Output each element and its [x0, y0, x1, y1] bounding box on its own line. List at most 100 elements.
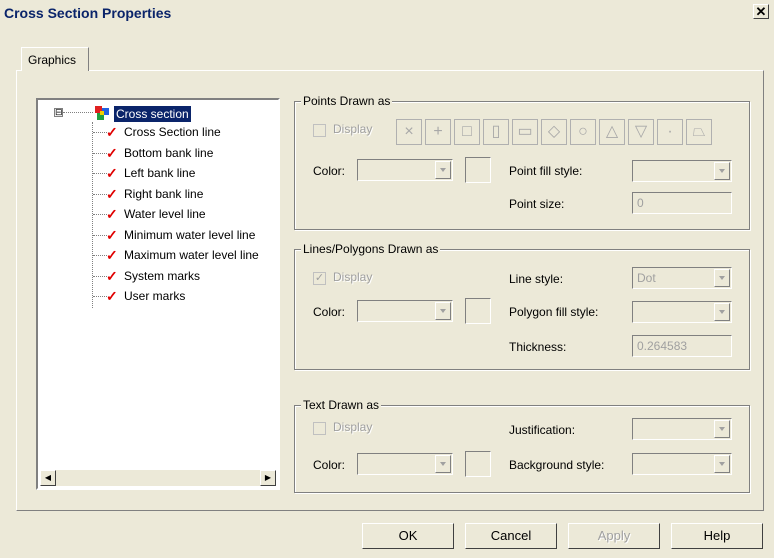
- layer-tree[interactable]: ⊟ Cross section ✓ Cross Section line ✓ Bott…: [36, 98, 280, 490]
- justification-select[interactable]: [632, 418, 732, 440]
- horizontal-scrollbar[interactable]: ◀ ▶: [40, 470, 276, 486]
- plus-icon[interactable]: +: [425, 119, 451, 145]
- tree-item[interactable]: System marks: [124, 267, 200, 285]
- scroll-right-button[interactable]: ▶: [260, 470, 276, 486]
- chevron-down-icon[interactable]: [714, 420, 730, 438]
- lines-color-select[interactable]: [357, 300, 453, 322]
- tree-item[interactable]: Left bank line: [124, 164, 195, 182]
- point-fill-style-select[interactable]: [632, 160, 732, 182]
- points-group-title: Points Drawn as: [301, 94, 393, 108]
- tree-root-cross-section[interactable]: Cross section: [114, 106, 191, 122]
- x-mark-icon[interactable]: ×: [396, 119, 422, 145]
- wide-rectangle-icon[interactable]: ▭: [512, 119, 538, 145]
- triangle-down-icon[interactable]: ▽: [628, 119, 654, 145]
- tree-connector: [63, 112, 93, 113]
- visibility-check-icon[interactable]: ✓: [106, 288, 120, 304]
- tree-connector: [93, 234, 107, 236]
- cancel-label: Cancel: [490, 528, 532, 543]
- tree-connector: [93, 152, 107, 154]
- points-color-label: Color:: [313, 164, 346, 178]
- tree-item[interactable]: Bottom bank line: [124, 144, 213, 162]
- point-size-value: 0: [637, 196, 644, 210]
- close-button[interactable]: ✕: [753, 4, 769, 19]
- text-group-title: Text Drawn as: [301, 398, 382, 412]
- points-group: Points Drawn as Display × + □ ▯ ▭ ◇ ○ △ ▽ · ⏢ Colo…: [294, 94, 750, 230]
- lines-display-label: Display: [333, 270, 373, 284]
- dot-icon[interactable]: ·: [657, 119, 683, 145]
- visibility-check-icon[interactable]: ✓: [106, 124, 120, 140]
- left-arrow-icon: ◀: [44, 473, 52, 482]
- close-icon: ✕: [755, 4, 767, 19]
- chevron-down-icon[interactable]: [714, 162, 730, 180]
- chevron-down-icon[interactable]: [435, 455, 451, 473]
- help-label: Help: [703, 528, 731, 543]
- lines-display-checkbox[interactable]: ✓: [313, 272, 326, 285]
- help-button[interactable]: Help: [671, 523, 763, 549]
- visibility-check-icon[interactable]: ✓: [106, 268, 120, 284]
- tree-item[interactable]: Right bank line: [124, 185, 203, 203]
- collapse-icon[interactable]: ⊟: [54, 108, 63, 117]
- lines-group-title: Lines/Polygons Drawn as: [301, 242, 441, 256]
- tree-item[interactable]: Maximum water level line: [124, 246, 259, 264]
- background-style-label: Background style:: [509, 458, 605, 472]
- text-display-label: Display: [333, 420, 373, 434]
- triangle-up-icon[interactable]: △: [599, 119, 625, 145]
- tree-connector: [93, 193, 107, 195]
- tab-graphics[interactable]: Graphics: [21, 47, 89, 71]
- background-style-select[interactable]: [632, 453, 732, 475]
- text-color-label: Color:: [313, 458, 346, 472]
- tree-item[interactable]: Water level line: [124, 205, 206, 223]
- chevron-down-icon[interactable]: [435, 161, 451, 179]
- tree-item[interactable]: Cross Section line: [124, 123, 221, 141]
- tree-item[interactable]: User marks: [124, 287, 185, 305]
- ok-button[interactable]: OK: [362, 523, 454, 549]
- visibility-check-icon[interactable]: ✓: [106, 227, 120, 243]
- lines-group: Lines/Polygons Drawn as ✓ Display Line s…: [294, 242, 750, 370]
- point-fill-style-label: Point fill style:: [509, 164, 583, 178]
- diamond-icon[interactable]: ◇: [541, 119, 567, 145]
- points-color-swatch[interactable]: [465, 157, 491, 183]
- visibility-check-icon[interactable]: ✓: [106, 206, 120, 222]
- visibility-check-icon[interactable]: ✓: [106, 165, 120, 181]
- trapezoid-icon[interactable]: ⏢: [686, 119, 712, 145]
- cancel-button[interactable]: Cancel: [465, 523, 557, 549]
- tree-connector: [92, 122, 93, 308]
- ok-label: OK: [398, 528, 418, 543]
- square-icon[interactable]: □: [454, 119, 480, 145]
- polygon-fill-style-select[interactable]: [632, 301, 732, 323]
- tall-rectangle-icon[interactable]: ▯: [483, 119, 509, 145]
- apply-button[interactable]: Apply: [568, 523, 660, 549]
- cross-section-icon: [95, 106, 109, 120]
- visibility-check-icon[interactable]: ✓: [106, 145, 120, 161]
- point-size-input[interactable]: 0: [632, 192, 732, 214]
- thickness-input[interactable]: 0.264583: [632, 335, 732, 357]
- lines-color-label: Color:: [313, 305, 346, 319]
- tree-item[interactable]: Minimum water level line: [124, 226, 255, 244]
- justification-label: Justification:: [509, 423, 576, 437]
- thickness-value: 0.264583: [637, 339, 688, 353]
- polygon-fill-style-label: Polygon fill style:: [509, 305, 599, 319]
- thickness-label: Thickness:: [509, 340, 567, 354]
- points-color-select[interactable]: [357, 159, 453, 181]
- text-display-checkbox[interactable]: [313, 422, 326, 435]
- check-icon: ✓: [314, 272, 325, 284]
- chevron-down-icon[interactable]: [714, 455, 730, 473]
- right-arrow-icon: ▶: [264, 473, 272, 482]
- scroll-left-button[interactable]: ◀: [40, 470, 56, 486]
- visibility-check-icon[interactable]: ✓: [106, 186, 120, 202]
- circle-icon[interactable]: ○: [570, 119, 596, 145]
- points-display-checkbox[interactable]: [313, 124, 326, 137]
- tree-connector: [93, 275, 107, 277]
- chevron-down-icon[interactable]: [714, 303, 730, 321]
- visibility-check-icon[interactable]: ✓: [106, 247, 120, 263]
- chevron-down-icon[interactable]: [435, 302, 451, 320]
- apply-label: Apply: [597, 528, 631, 543]
- point-size-label: Point size:: [509, 197, 565, 211]
- text-color-swatch[interactable]: [465, 451, 491, 477]
- line-style-select[interactable]: Dot: [632, 267, 732, 289]
- tab-label: Graphics: [28, 53, 77, 67]
- chevron-down-icon[interactable]: [714, 269, 730, 287]
- text-color-select[interactable]: [357, 453, 453, 475]
- lines-color-swatch[interactable]: [465, 298, 491, 324]
- tree-connector: [93, 173, 107, 174]
